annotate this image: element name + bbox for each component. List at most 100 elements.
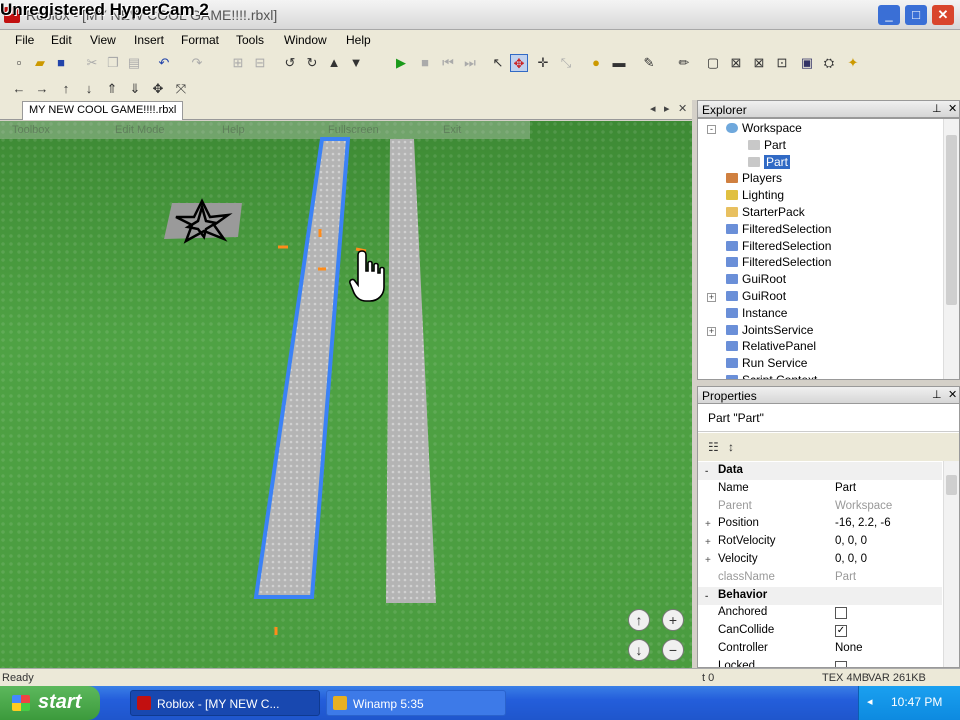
menu-tools[interactable]: Tools	[236, 33, 264, 47]
property-checkbox[interactable]: ✓	[835, 625, 847, 638]
ungroup-icon[interactable]: ⊟	[251, 54, 269, 72]
property-checkbox[interactable]	[835, 660, 847, 667]
taskbar-item-roblox[interactable]: Roblox - [MY NEW C...	[130, 690, 320, 716]
tab-scroll-right-icon[interactable]: ▸	[664, 102, 670, 115]
explorer-item[interactable]: Lighting	[726, 188, 784, 205]
inlet-icon[interactable]: ⊡	[773, 54, 791, 72]
tilt-icon[interactable]: ↻	[303, 54, 321, 72]
paint-icon[interactable]: ✎	[640, 54, 658, 72]
anchor-icon[interactable]: ▢	[704, 54, 722, 72]
tree-expander[interactable]: +	[707, 326, 716, 336]
camera-tilt-up-button[interactable]: ↑	[628, 609, 650, 631]
explorer-item[interactable]: Run Service	[726, 356, 807, 373]
close-properties-icon[interactable]: ✕	[948, 388, 957, 401]
property-expander[interactable]: -	[705, 591, 708, 602]
property-row[interactable]: Name Part	[698, 480, 942, 498]
pin-icon[interactable]: ⊥	[932, 388, 942, 401]
explorer-item[interactable]: Workspace	[726, 121, 802, 138]
3d-viewport[interactable]: Toolbox Edit Mode Help Fullscreen Exit ↑…	[0, 121, 692, 668]
tab-document[interactable]: MY NEW COOL GAME!!!!.rbxl	[22, 101, 184, 120]
camera-up-icon[interactable]: ↑	[57, 80, 75, 98]
explorer-item[interactable]: GuiRoot	[726, 289, 786, 306]
tree-expander[interactable]: -	[707, 125, 716, 134]
motor-icon[interactable]: ⛭	[820, 54, 838, 72]
start-button[interactable]: start	[0, 686, 100, 720]
explorer-item[interactable]: RelativePanel	[726, 339, 816, 356]
explorer-scroll-thumb[interactable]	[946, 135, 957, 305]
explorer-scrollbar[interactable]	[943, 119, 959, 379]
taskbar-item-winamp[interactable]: Winamp 5:35	[326, 690, 506, 716]
property-expander[interactable]: +	[705, 537, 711, 548]
explorer-item[interactable]: Part	[748, 154, 791, 172]
properties-scrollbar[interactable]	[943, 461, 959, 667]
property-row[interactable]: + Velocity 0, 0, 0	[698, 551, 942, 569]
menu-help[interactable]: Help	[346, 33, 371, 47]
surface-icon[interactable]: ▬	[610, 54, 628, 72]
hinge-icon[interactable]: ▣	[798, 54, 816, 72]
property-expander[interactable]: -	[705, 466, 708, 477]
property-row[interactable]: + RotVelocity 0, 0, 0	[698, 533, 942, 551]
axis-move-icon[interactable]: ✛	[534, 54, 552, 72]
property-value[interactable]: Part	[835, 571, 856, 583]
drag-move-icon[interactable]: ✥	[510, 54, 528, 72]
lock-icon[interactable]: ●	[587, 54, 605, 72]
menu-format[interactable]: Format	[181, 33, 219, 47]
step-back-icon[interactable]: ⏮	[439, 54, 457, 72]
camera-right-icon[interactable]: →	[33, 80, 51, 98]
property-expander[interactable]: +	[705, 519, 711, 530]
camera-down-icon[interactable]: ↓	[80, 80, 98, 98]
menu-file[interactable]: File	[15, 33, 34, 47]
tab-scroll-left-icon[interactable]: ◂	[650, 102, 656, 115]
step-forward-icon[interactable]: ⏭	[461, 54, 479, 72]
material-icon[interactable]: ✏	[675, 54, 693, 72]
weld-icon[interactable]: ⊠	[727, 54, 745, 72]
light-icon[interactable]: ✦	[844, 54, 862, 72]
paste-icon[interactable]: ▤	[125, 54, 143, 72]
camera-tilt-down-button[interactable]: ↓	[628, 639, 650, 661]
pin-icon[interactable]: ⊥	[932, 102, 942, 115]
camera-zoom-extents-icon[interactable]: ⤧	[172, 80, 190, 98]
property-value[interactable]: -16, 2.2, -6	[835, 517, 891, 529]
menu-insert[interactable]: Insert	[134, 33, 164, 47]
menu-view[interactable]: View	[90, 33, 116, 47]
property-value[interactable]: 0, 0, 0	[835, 535, 867, 547]
close-document-icon[interactable]: ✕	[678, 102, 687, 115]
explorer-item[interactable]: FilteredSelection	[726, 239, 831, 256]
categorized-view-icon[interactable]: ☷	[708, 440, 719, 454]
explorer-item[interactable]: Players	[726, 171, 782, 188]
property-expander[interactable]: +	[705, 555, 711, 566]
property-value[interactable]: Workspace	[835, 500, 892, 512]
play-icon[interactable]: ▶	[392, 54, 410, 72]
redo-icon[interactable]: ↷	[188, 54, 206, 72]
property-value[interactable]: None	[835, 642, 863, 654]
new-file-icon[interactable]: ▫	[10, 54, 28, 72]
explorer-item[interactable]: JointsService	[726, 323, 813, 340]
property-row[interactable]: className Part	[698, 569, 942, 587]
camera-rise-icon[interactable]: ⇑	[103, 80, 121, 98]
rotate-icon[interactable]: ↺	[281, 54, 299, 72]
copy-icon[interactable]: ❐	[104, 54, 122, 72]
close-button[interactable]: ✕	[932, 5, 954, 25]
property-category[interactable]: - Data	[698, 462, 942, 480]
maximize-button[interactable]: □	[905, 5, 927, 25]
move-down-icon[interactable]: ▼	[347, 54, 365, 72]
close-explorer-icon[interactable]: ✕	[948, 102, 957, 115]
explorer-item[interactable]: Part	[748, 138, 786, 155]
explorer-item[interactable]: StarterPack	[726, 205, 805, 222]
group-icon[interactable]: ⊞	[229, 54, 247, 72]
save-icon[interactable]: ■	[52, 54, 70, 72]
property-row[interactable]: Locked	[698, 658, 942, 667]
tray-collapse-icon[interactable]: ◂	[867, 695, 873, 708]
property-value[interactable]: Part	[835, 482, 856, 494]
select-arrow-icon[interactable]: ↖	[489, 54, 507, 72]
property-checkbox[interactable]	[835, 607, 847, 620]
property-row[interactable]: Anchored	[698, 604, 942, 622]
properties-scroll-thumb[interactable]	[946, 475, 957, 495]
move-up-icon[interactable]: ▲	[325, 54, 343, 72]
explorer-item[interactable]: Instance	[726, 306, 787, 323]
property-row[interactable]: CanCollide ✓	[698, 622, 942, 640]
tree-expander[interactable]: +	[707, 293, 716, 302]
minimize-button[interactable]: _	[878, 5, 900, 25]
stop-icon[interactable]: ■	[416, 54, 434, 72]
alphabetical-sort-icon[interactable]: ↕	[728, 440, 734, 454]
